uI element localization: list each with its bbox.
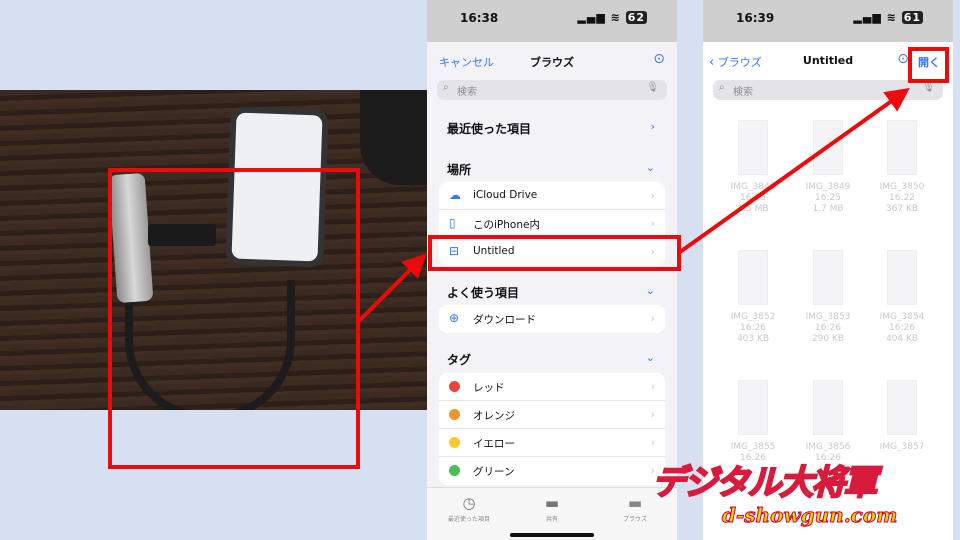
arrow-to-untitled — [356, 253, 427, 324]
logo-url-text: d-showgun.com — [721, 503, 898, 528]
arrow-to-open — [678, 88, 910, 254]
logo-main-text: デジタル大将軍 — [651, 462, 878, 504]
site-logo: デジタル大将軍 d-showgun.com — [651, 455, 952, 535]
